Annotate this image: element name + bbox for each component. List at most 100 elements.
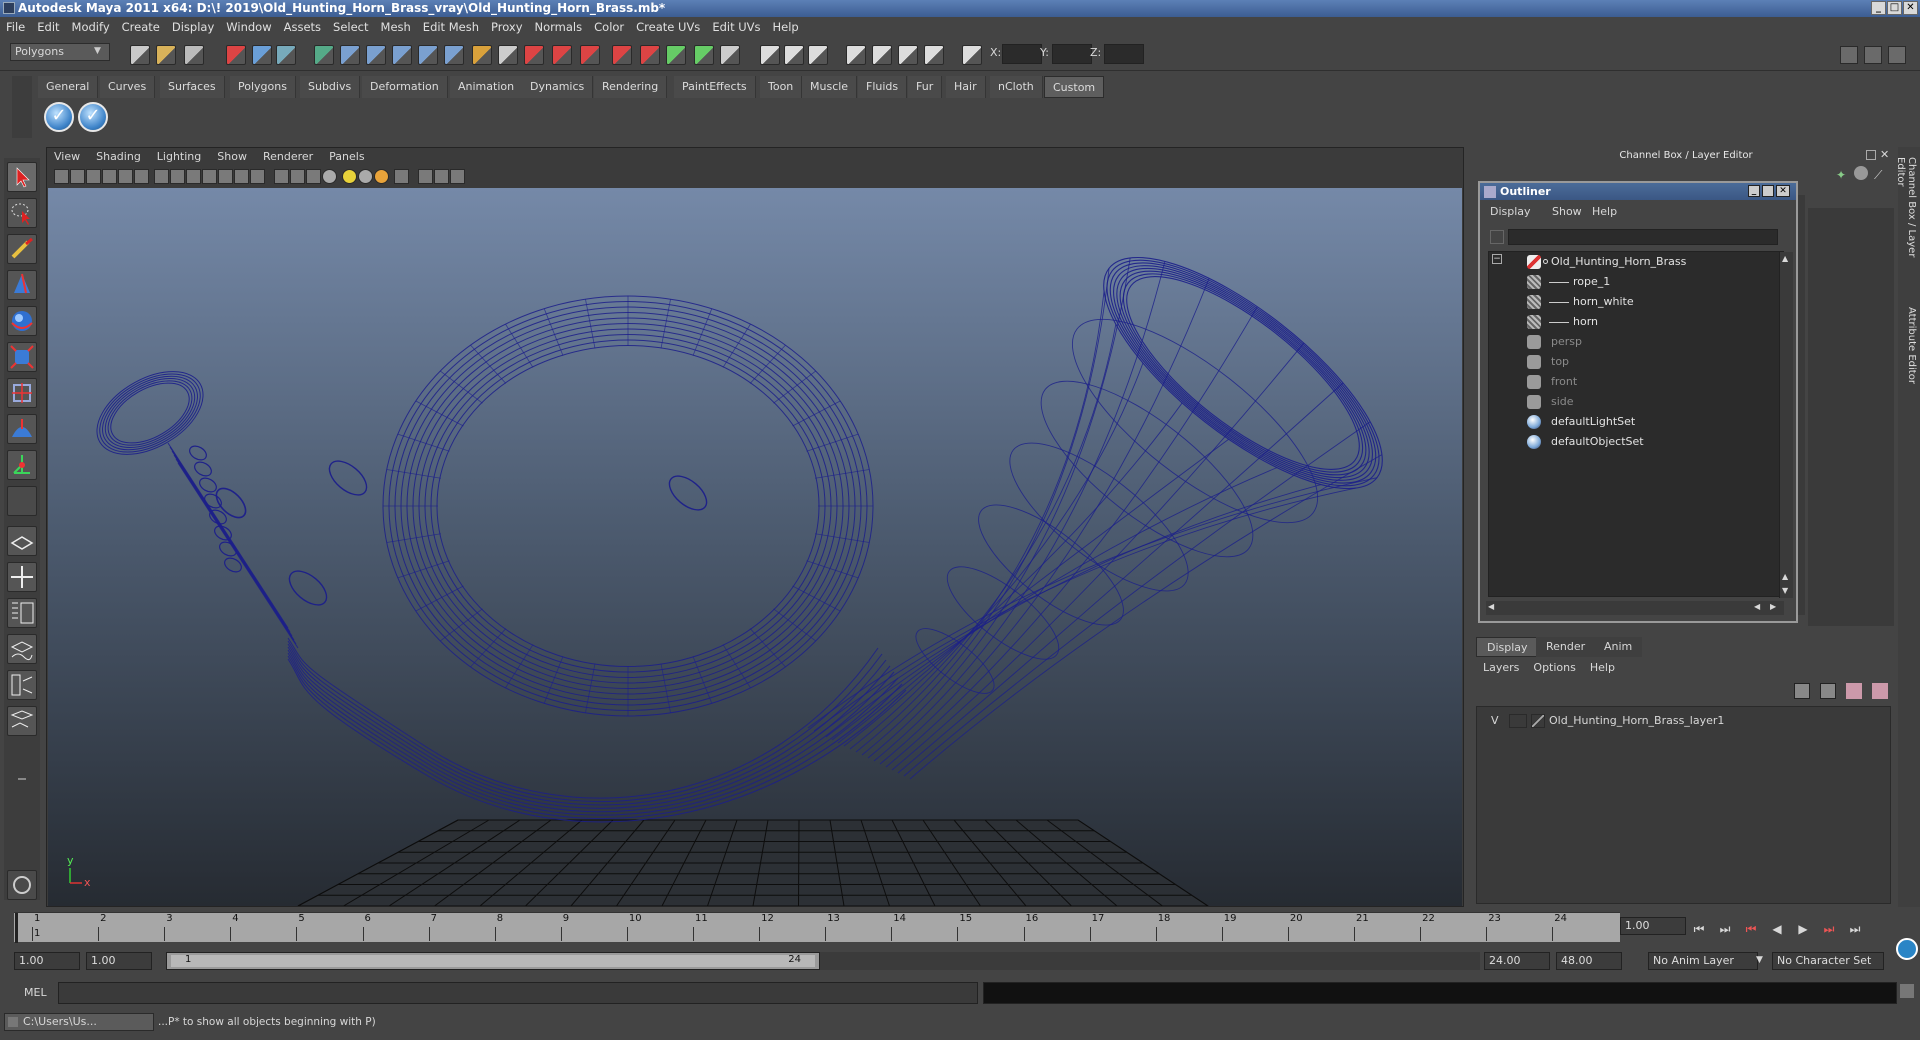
status-tool-17-icon[interactable] bbox=[580, 45, 600, 65]
menu-normals[interactable]: Normals bbox=[529, 17, 589, 37]
tab-curves[interactable]: Curves bbox=[100, 76, 156, 98]
scroll-right-icon[interactable]: ▶ bbox=[1770, 602, 1776, 611]
menu-edit-mesh[interactable]: Edit Mesh bbox=[417, 17, 485, 37]
menu-create[interactable]: Create bbox=[116, 17, 166, 37]
scroll-left-icon[interactable]: ◀ bbox=[1488, 602, 1494, 611]
outliner-vertical-scrollbar[interactable]: ▲ ▲ ▼ bbox=[1779, 252, 1793, 598]
status-tool-3-icon[interactable] bbox=[184, 45, 204, 65]
status-tool-23-icon[interactable] bbox=[760, 45, 780, 65]
outliner-close-icon[interactable]: ✕ bbox=[1776, 185, 1790, 197]
script-editor-icon[interactable] bbox=[1900, 984, 1914, 998]
status-tool-19-icon[interactable] bbox=[640, 45, 660, 65]
auto-key-icon[interactable] bbox=[1896, 938, 1918, 960]
lasso-tool-icon[interactable] bbox=[7, 198, 37, 228]
tab-general[interactable]: General bbox=[38, 76, 99, 98]
outliner-filter-icon[interactable] bbox=[1490, 230, 1504, 244]
layer-visibility-toggle[interactable]: V bbox=[1491, 711, 1499, 731]
minimize-button[interactable]: _ bbox=[1871, 1, 1886, 15]
tab-polygons[interactable]: Polygons bbox=[230, 76, 296, 98]
channel-box-tools-icon[interactable]: ✦ bbox=[1836, 168, 1846, 182]
paint-select-tool-icon[interactable] bbox=[7, 234, 37, 264]
viewport-menu-renderer[interactable]: Renderer bbox=[255, 148, 321, 166]
go-to-end-icon[interactable]: ⏭ bbox=[1846, 920, 1864, 938]
tab-anim-layers[interactable]: Anim bbox=[1594, 637, 1643, 657]
outliner-horizontal-scrollbar[interactable]: ◀ ◀ ▶ bbox=[1486, 601, 1784, 615]
tab-custom[interactable]: Custom bbox=[1044, 76, 1105, 98]
step-forward-frame-icon[interactable]: ⏭ bbox=[1820, 920, 1838, 938]
display-layer-row[interactable]: V Old_Hunting_Horn_Brass_layer1 bbox=[1481, 711, 1886, 731]
tab-fluids[interactable]: Fluids bbox=[858, 76, 908, 98]
status-tool-7-icon[interactable] bbox=[314, 45, 334, 65]
layer-color-swatch[interactable] bbox=[1531, 714, 1545, 728]
viewport-toggle-12-icon[interactable] bbox=[234, 169, 249, 184]
menu-select[interactable]: Select bbox=[327, 17, 374, 37]
persp-graph-layout-icon[interactable] bbox=[7, 634, 37, 664]
outliner-menu-help[interactable]: Help bbox=[1592, 205, 1617, 218]
layer-menu-options[interactable]: Options bbox=[1526, 659, 1582, 677]
scene-end-field[interactable]: 48.00 bbox=[1556, 952, 1622, 970]
tab-muscle[interactable]: Muscle bbox=[802, 76, 858, 98]
viewport-menu-panels[interactable]: Panels bbox=[321, 148, 372, 166]
menu-modify[interactable]: Modify bbox=[66, 17, 116, 37]
outliner-minimize-icon[interactable]: _ bbox=[1748, 185, 1760, 197]
status-tool-9-icon[interactable] bbox=[366, 45, 386, 65]
viewport-toggle-19-icon[interactable] bbox=[358, 169, 373, 184]
tab-ncloth[interactable]: nCloth bbox=[990, 76, 1043, 98]
status-tool-6-icon[interactable] bbox=[276, 45, 296, 65]
viewport-toggle-16-icon[interactable] bbox=[306, 169, 321, 184]
status-tool-8-icon[interactable] bbox=[340, 45, 360, 65]
scroll-down-arrow-icon[interactable]: ▼ bbox=[1782, 586, 1788, 595]
play-forwards-icon[interactable]: ▶ bbox=[1794, 920, 1812, 938]
menu-color[interactable]: Color bbox=[588, 17, 630, 37]
menu-window[interactable]: Window bbox=[220, 17, 277, 37]
outliner-maximize-icon[interactable] bbox=[1762, 185, 1774, 197]
menu-display[interactable]: Display bbox=[166, 17, 220, 37]
menu-assets[interactable]: Assets bbox=[278, 17, 327, 37]
tab-dynamics[interactable]: Dynamics bbox=[522, 76, 594, 98]
tab-fur[interactable]: Fur bbox=[908, 76, 943, 98]
shelf-menu-handle[interactable] bbox=[12, 76, 32, 138]
current-frame-field[interactable]: 1.00 bbox=[1620, 917, 1686, 935]
x-coord-field[interactable] bbox=[1002, 44, 1042, 64]
viewport-toggle-22-icon[interactable] bbox=[418, 169, 433, 184]
viewport-toggle-11-icon[interactable] bbox=[218, 169, 233, 184]
outliner-search-input[interactable] bbox=[1508, 229, 1778, 245]
tab-display-layers[interactable]: Display bbox=[1476, 637, 1539, 657]
maximize-button[interactable]: □ bbox=[1887, 1, 1902, 15]
status-tool-30-icon[interactable] bbox=[962, 45, 982, 65]
viewport-toggle-9-icon[interactable] bbox=[186, 169, 201, 184]
scale-tool-icon[interactable] bbox=[7, 342, 37, 372]
toggle-panel-icon[interactable] bbox=[1840, 46, 1858, 64]
close-panel-icon[interactable]: ✕ bbox=[1880, 148, 1889, 161]
viewport-toggle-3-icon[interactable] bbox=[86, 169, 101, 184]
scroll-down-icon[interactable]: ▲ bbox=[1782, 572, 1788, 581]
status-tool-2-icon[interactable] bbox=[156, 45, 176, 65]
menu-proxy[interactable]: Proxy bbox=[485, 17, 529, 37]
tab-subdivs[interactable]: Subdivs bbox=[300, 76, 361, 98]
custom-check-button-1[interactable]: ✓ bbox=[44, 102, 74, 132]
viewport-toggle-17-icon[interactable] bbox=[322, 169, 337, 184]
viewport-toggle-7-icon[interactable] bbox=[154, 169, 169, 184]
viewport-toggle-23-icon[interactable] bbox=[434, 169, 449, 184]
viewport-toggle-13-icon[interactable] bbox=[250, 169, 265, 184]
channel-box-brush-icon[interactable]: ⟋ bbox=[1874, 168, 1882, 183]
move-layer-up-icon[interactable] bbox=[1846, 683, 1862, 699]
taskbar-button[interactable]: C:\Users\Us... bbox=[4, 1013, 154, 1031]
channel-box-side-tab[interactable]: Channel Box / Layer Editor bbox=[1895, 157, 1917, 287]
menu-mesh[interactable]: Mesh bbox=[375, 17, 417, 37]
viewport-toggle-14-icon[interactable] bbox=[274, 169, 289, 184]
channel-box-toggle-icon[interactable] bbox=[1864, 46, 1882, 64]
layer-menu-layers[interactable]: Layers bbox=[1476, 659, 1526, 677]
z-coord-field[interactable] bbox=[1104, 44, 1144, 64]
viewport-toggle-21-icon[interactable] bbox=[394, 169, 409, 184]
current-time-marker[interactable] bbox=[15, 913, 18, 943]
status-tool-13-icon[interactable] bbox=[472, 45, 492, 65]
tab-deformation[interactable]: Deformation bbox=[362, 76, 448, 98]
viewport-toggle-15-icon[interactable] bbox=[290, 169, 305, 184]
menu-edit[interactable]: Edit bbox=[31, 17, 65, 37]
move-layer-down-icon[interactable] bbox=[1872, 683, 1888, 699]
custom-check-button-2[interactable]: ✓ bbox=[78, 102, 108, 132]
viewport-menu-lighting[interactable]: Lighting bbox=[149, 148, 209, 166]
status-tool-16-icon[interactable] bbox=[552, 45, 572, 65]
status-tool-18-icon[interactable] bbox=[612, 45, 632, 65]
